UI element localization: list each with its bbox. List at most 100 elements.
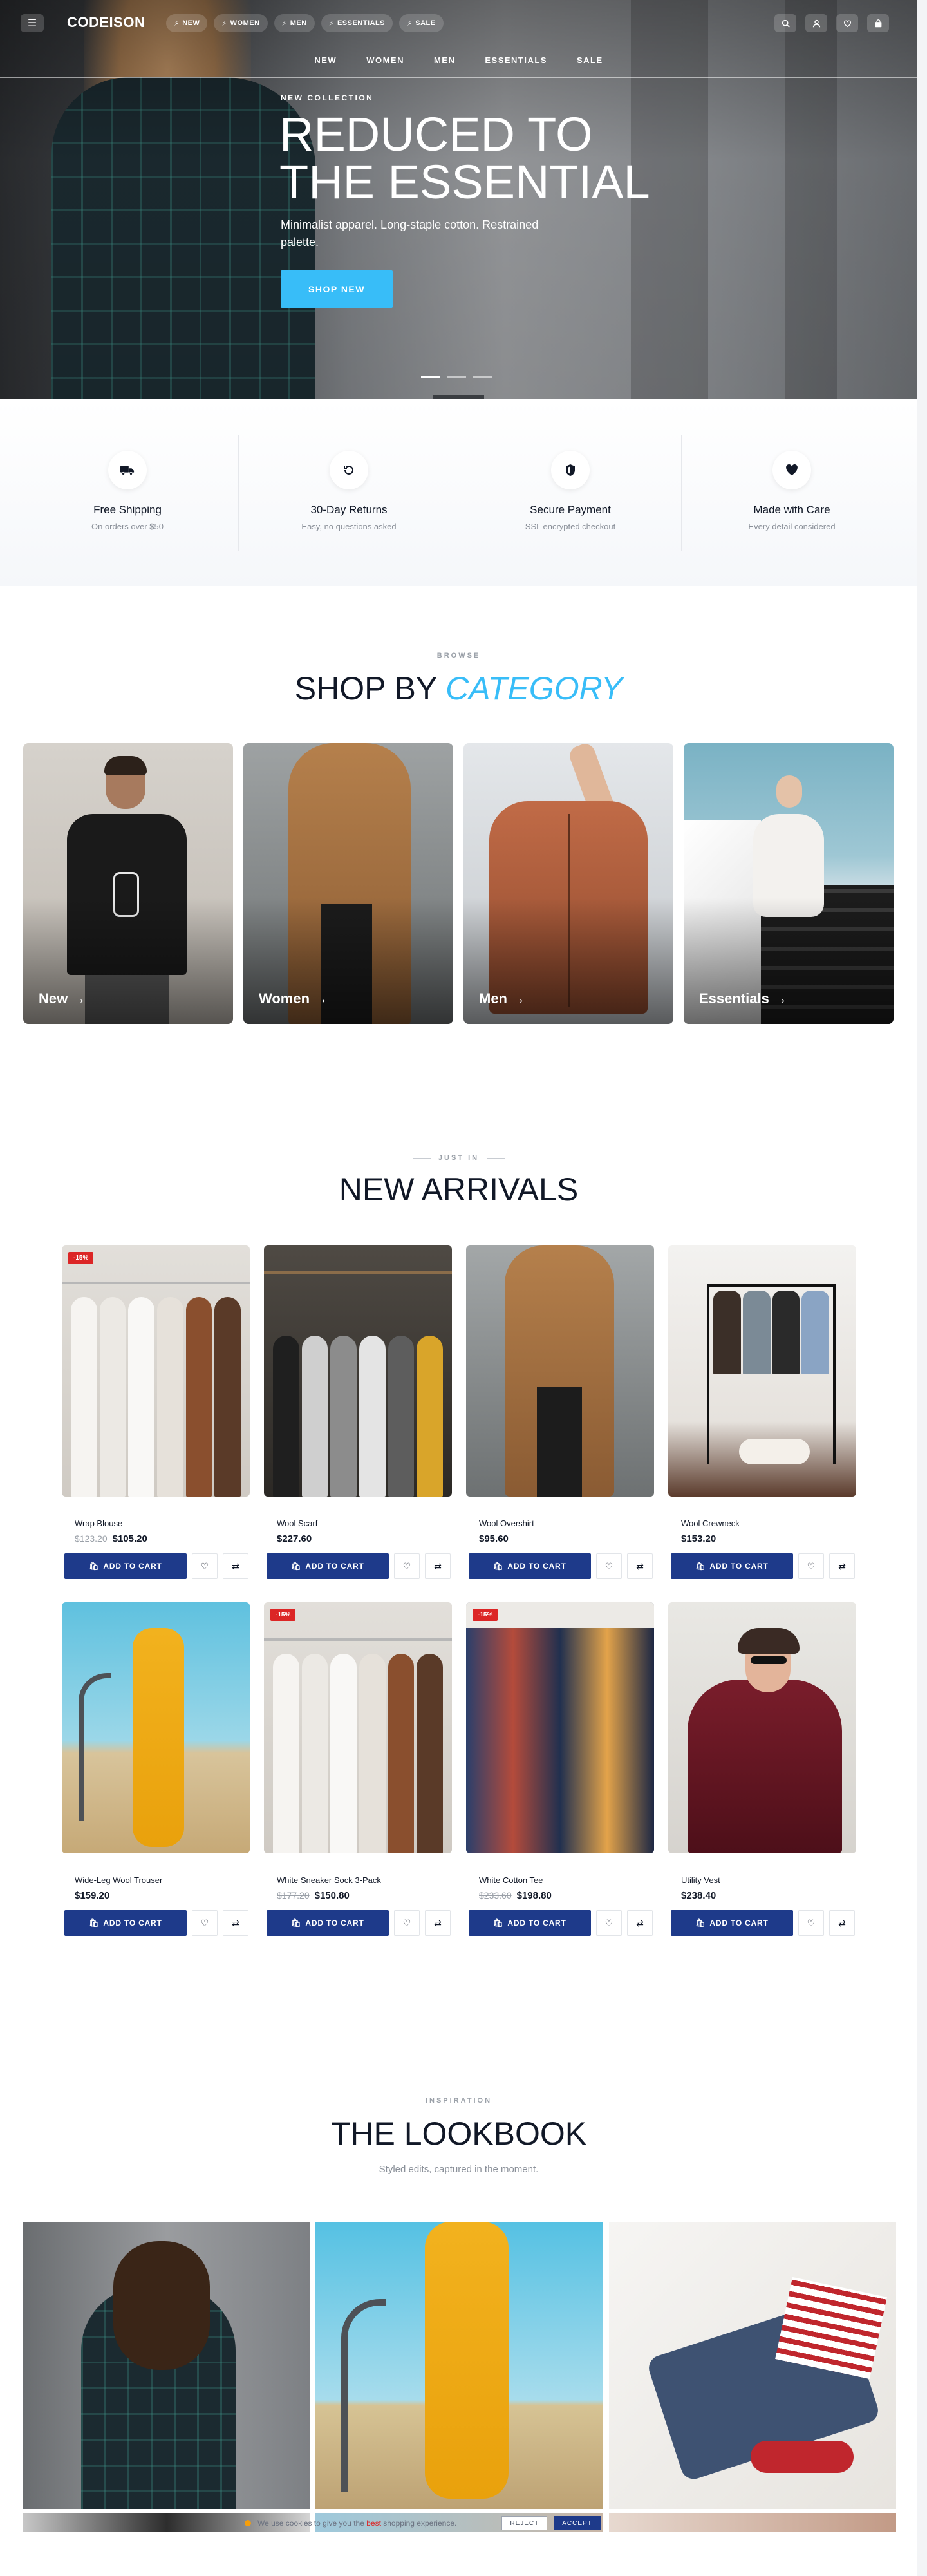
wishlist-heart-icon[interactable]: ♡ xyxy=(192,1553,218,1579)
add-to-cart-button[interactable]: 🛍 ADD TO CART xyxy=(267,1910,389,1936)
kicker-text: INSPIRATION xyxy=(425,2097,492,2105)
product-image[interactable] xyxy=(668,1245,856,1497)
product-image[interactable] xyxy=(264,1245,452,1497)
sale-badge: -15% xyxy=(270,1609,296,1621)
pill-new[interactable]: ⚡ NEW xyxy=(166,14,208,32)
wishlist-heart-icon[interactable]: ♡ xyxy=(798,1553,824,1579)
product-image[interactable] xyxy=(466,1245,654,1497)
pill-essentials[interactable]: ⚡ ESSENTIALS xyxy=(321,14,393,32)
cookie-text-part: shopping experience. xyxy=(383,2519,457,2528)
pill-men[interactable]: ⚡ MEN xyxy=(274,14,315,32)
wishlist-heart-icon[interactable]: ♡ xyxy=(394,1553,420,1579)
product-image[interactable] xyxy=(668,1602,856,1853)
product-image[interactable]: -15% xyxy=(62,1245,250,1497)
pill-women[interactable]: ⚡ WOMEN xyxy=(214,14,268,32)
lookbook-image[interactable] xyxy=(609,2222,896,2509)
category-label: New → xyxy=(39,990,86,1007)
bag-icon: 🛍 xyxy=(291,1918,302,1927)
reject-cookies-button[interactable]: REJECT xyxy=(501,2516,548,2530)
feature-free-shipping: Free Shipping On orders over $50 xyxy=(17,451,238,531)
current-price: $238.40 xyxy=(681,1890,716,1901)
pill-sale[interactable]: ⚡ SALE xyxy=(399,14,444,32)
add-to-cart-button[interactable]: 🛍 ADD TO CART xyxy=(469,1910,591,1936)
category-label: Women → xyxy=(259,990,328,1007)
add-to-cart-label: ADD TO CART xyxy=(305,1918,364,1927)
hero-title-line: REDUCED TO xyxy=(279,108,593,161)
compare-icon[interactable]: ⇄ xyxy=(223,1910,248,1936)
compare-icon[interactable]: ⇄ xyxy=(829,1910,855,1936)
carousel-dot[interactable] xyxy=(421,376,440,378)
wishlist-heart-icon[interactable]: ♡ xyxy=(596,1910,622,1936)
feature-subtitle: Easy, no questions asked xyxy=(301,522,397,531)
category-card-essentials[interactable]: Essentials → xyxy=(684,743,894,1024)
model-coat xyxy=(688,1680,842,1853)
brand-logo[interactable]: CODEISON xyxy=(67,14,145,31)
product-name[interactable]: Wool Scarf xyxy=(277,1519,452,1528)
category-card-women[interactable]: Women → xyxy=(243,743,453,1024)
carousel-dot[interactable] xyxy=(447,376,466,378)
product-name[interactable]: Utility Vest xyxy=(681,1875,856,1885)
arrivals-section-title: NEW ARRIVALS xyxy=(339,1171,579,1208)
garment xyxy=(185,1297,212,1497)
product-image[interactable] xyxy=(62,1602,250,1853)
bag-icon[interactable] xyxy=(867,14,889,32)
card-overlay xyxy=(243,743,453,1024)
header-actions xyxy=(774,14,889,32)
product-name[interactable]: Wrap Blouse xyxy=(75,1519,250,1528)
user-icon[interactable] xyxy=(805,14,827,32)
garment xyxy=(359,1654,386,1853)
accept-cookies-button[interactable]: ACCEPT xyxy=(554,2516,601,2530)
product-name[interactable]: Wide-Leg Wool Trouser xyxy=(75,1875,250,1885)
product-image[interactable]: -15% xyxy=(264,1602,452,1853)
current-price: $227.60 xyxy=(277,1533,312,1544)
heart-icon[interactable] xyxy=(836,14,858,32)
garment xyxy=(713,1291,741,1374)
pill-label: NEW xyxy=(182,19,200,27)
add-to-cart-button[interactable]: 🛍 ADD TO CART xyxy=(671,1910,793,1936)
compare-icon[interactable]: ⇄ xyxy=(425,1910,451,1936)
wishlist-heart-icon[interactable]: ♡ xyxy=(192,1910,218,1936)
carousel-dot[interactable] xyxy=(473,376,492,378)
compare-icon[interactable]: ⇄ xyxy=(223,1553,248,1579)
product-name[interactable]: White Sneaker Sock 3-Pack xyxy=(277,1875,452,1885)
compare-icon[interactable]: ⇄ xyxy=(829,1553,855,1579)
scrollbar-track[interactable] xyxy=(917,0,927,2576)
lookbook-image-next[interactable] xyxy=(609,2513,896,2532)
compare-icon[interactable]: ⇄ xyxy=(425,1553,451,1579)
product-actions: 🛍 ADD TO CART ♡ ⇄ xyxy=(469,1910,654,1936)
search-icon[interactable] xyxy=(774,14,796,32)
compare-icon[interactable]: ⇄ xyxy=(627,1910,653,1936)
wishlist-heart-icon[interactable]: ♡ xyxy=(596,1553,622,1579)
category-card-new[interactable]: New → xyxy=(23,743,233,1024)
compare-icon[interactable]: ⇄ xyxy=(627,1553,653,1579)
nav-link-sale[interactable]: SALE xyxy=(577,55,603,65)
wishlist-heart-icon[interactable]: ♡ xyxy=(798,1910,824,1936)
add-to-cart-button[interactable]: 🛍 ADD TO CART xyxy=(671,1553,793,1579)
add-to-cart-button[interactable]: 🛍 ADD TO CART xyxy=(64,1553,187,1579)
lookbook-image[interactable] xyxy=(315,2222,603,2509)
wishlist-heart-icon[interactable]: ♡ xyxy=(394,1910,420,1936)
product-image[interactable]: -15% xyxy=(466,1602,654,1853)
garment xyxy=(273,1336,299,1497)
garment xyxy=(742,1291,771,1374)
nav-link-essentials[interactable]: ESSENTIALS xyxy=(485,55,547,65)
basketball-hoop xyxy=(341,2299,386,2492)
carousel-dots xyxy=(421,376,492,378)
add-to-cart-button[interactable]: 🛍 ADD TO CART xyxy=(469,1553,591,1579)
nav-link-women[interactable]: WOMEN xyxy=(366,55,404,65)
hamburger-menu-icon[interactable]: ☰ xyxy=(21,14,44,32)
add-to-cart-button[interactable]: 🛍 ADD TO CART xyxy=(267,1553,389,1579)
nav-link-men[interactable]: MEN xyxy=(434,55,455,65)
rack-bar xyxy=(264,1271,452,1274)
garment xyxy=(417,1336,444,1497)
garment xyxy=(772,1291,800,1374)
product-name[interactable]: Wool Crewneck xyxy=(681,1519,856,1528)
add-to-cart-button[interactable]: 🛍 ADD TO CART xyxy=(64,1910,187,1936)
lookbook-image[interactable] xyxy=(23,2222,310,2509)
model-sunglasses xyxy=(751,1656,787,1664)
category-card-men[interactable]: Men → xyxy=(464,743,673,1024)
nav-link-new[interactable]: NEW xyxy=(314,55,337,65)
product-name[interactable]: White Cotton Tee xyxy=(479,1875,654,1885)
product-name[interactable]: Wool Overshirt xyxy=(479,1519,654,1528)
shop-new-button[interactable]: SHOP NEW xyxy=(281,270,393,308)
